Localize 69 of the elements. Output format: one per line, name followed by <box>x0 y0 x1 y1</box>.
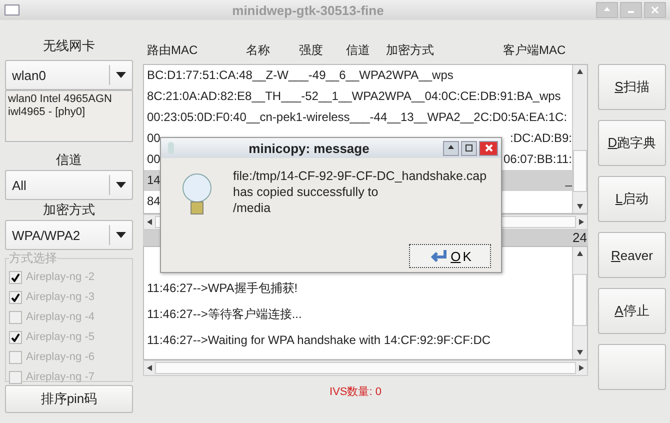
up-arrow-icon <box>577 251 583 256</box>
column-header: 路由MAC <box>147 42 198 59</box>
dropdown-arrow-icon <box>116 72 126 78</box>
minimize-button[interactable] <box>620 2 642 18</box>
close-button[interactable] <box>644 2 666 18</box>
left-arrow-icon <box>147 219 152 225</box>
log-line: 11:46:27-->WPA握手包捕获! <box>146 280 299 297</box>
network-row[interactable]: 8C:21:0A:AD:82:E8__TH___-52__1__WPA2WPA__04:0C:CE:DB:91:BA_wps <box>144 86 572 107</box>
action-button[interactable]: A停止 <box>598 288 666 334</box>
network-row[interactable]: 00:23:05:0D:F0:40__cn-pek1-wireless___-44__13__WPA2__2C:D0:5A:EA:1C: <box>144 107 572 128</box>
action-button[interactable] <box>598 344 666 390</box>
action-button[interactable]: Reaver <box>598 232 666 278</box>
encryption-dropdown[interactable]: WPA/WPA2 <box>5 220 133 250</box>
checkbox-label: Aireplay-ng -5 <box>26 331 94 343</box>
log-line: 11:46:27-->Waiting for WPA handshake with 14:CF:92:9F:CF:DC <box>146 332 492 349</box>
close-button[interactable] <box>479 140 498 156</box>
encryption-label: 加密方式 <box>42 201 96 219</box>
channel-label: 信道 <box>55 151 83 169</box>
left-arrow-icon <box>147 365 152 371</box>
down-arrow-icon <box>577 350 583 355</box>
adapter-label: 无线网卡 <box>42 37 96 55</box>
dialog-message: /media <box>233 200 272 216</box>
adapter-dropdown[interactable]: wlan0 <box>5 60 133 90</box>
adapter-info-text: wlan0 Intel 4965AGN <box>8 93 113 106</box>
maximize-up-button[interactable] <box>443 140 459 156</box>
checkbox-label: Aireplay-ng -6 <box>26 351 94 363</box>
up-arrow-icon <box>603 6 611 14</box>
column-header: 信道 <box>346 42 370 59</box>
action-button[interactable]: S扫描 <box>598 64 666 110</box>
right-arrow-icon <box>579 365 584 371</box>
scrollbar[interactable] <box>572 65 587 213</box>
down-arrow-icon <box>577 204 583 209</box>
column-header: 强度 <box>299 42 323 59</box>
up-arrow-icon <box>447 144 455 152</box>
column-header: 加密方式 <box>386 42 434 59</box>
counter-text: 24 <box>572 230 587 245</box>
column-header: 客户端MAC <box>503 42 566 59</box>
horizontal-scrollbar[interactable] <box>143 360 588 376</box>
dialog-title: minicopy: message <box>248 140 370 156</box>
checkbox-label: Aireplay-ng -4 <box>26 311 94 323</box>
network-row[interactable]: BC:D1:77:51:CA:48__Z-W___-49__6__WPA2WPA__wps <box>144 65 572 86</box>
ivs-count: IVS数量: 0 <box>328 385 382 399</box>
adapter-info-text: iwl4965 - [phy0] <box>8 106 86 119</box>
dropdown-arrow-icon <box>116 232 126 238</box>
scrollbar[interactable] <box>572 247 587 359</box>
window-title: minidwep-gtk-30513-fine <box>231 2 385 18</box>
dialog-message: has copied successfully to <box>233 184 380 200</box>
maximize-icon <box>465 144 473 152</box>
checkbox-label: Aireplay-ng -7 <box>26 371 94 383</box>
log-line: 11:46:27-->等待客户端连接... <box>146 306 303 323</box>
checkbox-label: Aireplay-ng -2 <box>26 271 94 283</box>
right-arrow-icon <box>579 219 584 225</box>
column-header: 名称 <box>246 42 270 59</box>
action-button[interactable]: D跑字典 <box>598 120 666 166</box>
window-icon <box>4 4 20 16</box>
sort-pin-button[interactable]: 排序pin码 <box>5 385 133 413</box>
maximize-button[interactable] <box>461 140 477 156</box>
ok-button[interactable]: O K <box>409 244 491 268</box>
enter-arrow-icon <box>428 249 449 263</box>
close-icon <box>651 6 659 14</box>
up-arrow-icon <box>577 69 583 74</box>
checkbox-label: Aireplay-ng -3 <box>26 291 94 303</box>
close-icon <box>484 144 492 152</box>
channel-dropdown[interactable]: All <box>5 170 133 200</box>
dialog-icon <box>167 141 175 155</box>
action-button[interactable]: L启动 <box>598 176 666 222</box>
dialog-message: file:/tmp/14-CF-92-9F-CF-DC_handshake.cap <box>233 168 487 184</box>
methods-label: 方式选择 <box>9 251 57 265</box>
dropdown-arrow-icon <box>116 182 126 188</box>
